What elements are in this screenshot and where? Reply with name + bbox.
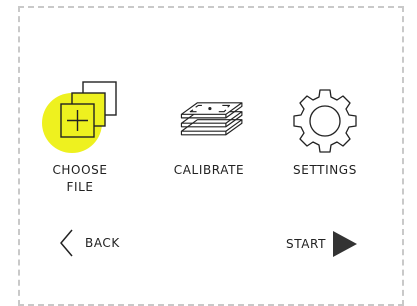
gear-icon	[285, 76, 365, 158]
settings-button[interactable]: SETTINGS	[285, 76, 365, 179]
back-label: BACK	[85, 236, 120, 250]
calibrate-button[interactable]: CALIBRATE	[164, 76, 254, 179]
play-triangle-icon	[333, 231, 358, 257]
calibrate-label: CALIBRATE	[173, 163, 245, 177]
choose-file-label: CHOOSE FILE	[52, 163, 108, 194]
chevron-left-icon	[60, 229, 73, 257]
settings-label: SETTINGS	[293, 163, 357, 177]
choose-file-button[interactable]: CHOOSE FILE	[40, 76, 120, 196]
start-button[interactable]: START	[286, 229, 359, 259]
start-label: START	[286, 237, 327, 251]
add-file-icon	[40, 76, 120, 158]
calibration-plates-icon	[169, 76, 249, 158]
back-button[interactable]: BACK	[58, 228, 120, 258]
